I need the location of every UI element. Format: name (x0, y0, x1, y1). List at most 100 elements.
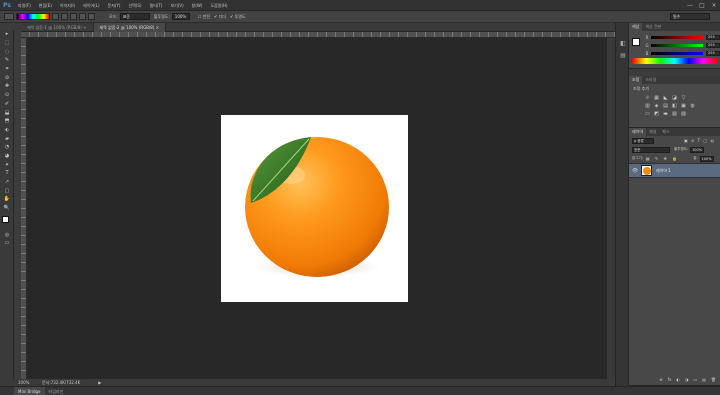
menu-item-3[interactable]: 레이어(L) (79, 0, 103, 11)
menu-item-1[interactable]: 편집(E) (35, 0, 56, 11)
slider-value-field[interactable]: 255 (706, 50, 720, 56)
radial-gradient-button[interactable] (61, 13, 68, 20)
tab-mini-bridge[interactable]: Mini Bridge (14, 386, 45, 395)
transparency-checkbox[interactable]: ✔ 투명도 (230, 14, 246, 20)
menu-item-7[interactable]: 보기(V) (166, 0, 187, 11)
adjustment-icon[interactable]: ▽ (679, 94, 688, 102)
adjustment-icon[interactable]: ▥ (643, 102, 652, 110)
tab-channels[interactable]: 채널 (646, 128, 659, 136)
layer-filter-icons[interactable]: ▣ ⊘ T ▢ ◍ (684, 138, 715, 143)
quick-mask-icon[interactable]: ◎ (0, 230, 14, 239)
menu-item-6[interactable]: 필터(T) (146, 0, 167, 11)
tool-icon-20[interactable]: 🔍 (0, 204, 14, 213)
gradient-picker[interactable] (16, 13, 50, 20)
layers-action-icon[interactable]: ◐ (676, 377, 680, 382)
tool-icon-16[interactable]: T (0, 169, 14, 178)
tool-preset-picker[interactable] (4, 13, 14, 20)
adjustment-icon[interactable]: ◣ (661, 94, 670, 102)
tool-icon-15[interactable]: ✦ (0, 160, 14, 169)
tool-icon-6[interactable]: ✚ (0, 82, 14, 91)
foreground-color[interactable] (2, 216, 9, 224)
menu-item-4[interactable]: 문자(Y) (104, 0, 125, 11)
lock-icons[interactable]: ▦ ✎ ✥ 🔒 (646, 156, 679, 161)
slider-value-field[interactable]: 255 (706, 42, 720, 48)
tool-icon-19[interactable]: ✋ (0, 195, 14, 204)
layers-action-icon[interactable]: fx (668, 377, 672, 382)
document-canvas[interactable] (221, 115, 408, 302)
minimize-button[interactable]: — (684, 0, 696, 11)
menu-item-5[interactable]: 선택(S) (124, 0, 145, 11)
canvas-area[interactable] (27, 38, 607, 379)
tool-icon-17[interactable]: ↗ (0, 178, 14, 187)
document-tab-1[interactable]: 제목 없음-2 @ 100% (RGB/8) × (93, 22, 166, 32)
adjustment-icon[interactable]: ▭ (643, 110, 652, 118)
diamond-gradient-button[interactable] (88, 13, 95, 20)
adjustment-icon[interactable]: ▦ (652, 94, 661, 102)
menu-item-9[interactable]: 도움말(H) (206, 0, 231, 11)
tab-adjustments[interactable]: 조정 (629, 76, 643, 84)
linear-gradient-button[interactable] (52, 13, 59, 20)
menu-item-2[interactable]: 이미지(I) (56, 0, 79, 11)
layer-opacity-field[interactable]: 100% (690, 146, 705, 153)
mode-select[interactable]: 표준 (119, 13, 150, 20)
slider-value-field[interactable]: 255 (706, 34, 720, 40)
adjustment-icon[interactable]: ☼ (643, 94, 652, 102)
tool-icon-12[interactable]: ▰ (0, 134, 14, 143)
panel-foreground-color[interactable] (632, 38, 640, 46)
tool-icon-2[interactable]: ◌ (0, 47, 14, 56)
history-icon[interactable]: ◧ (616, 37, 630, 49)
adjustment-icon[interactable]: ▬ (661, 110, 670, 118)
tool-icon-3[interactable]: ✎ (0, 56, 14, 65)
close-button[interactable]: × (708, 0, 720, 11)
layers-action-icon[interactable]: ▭ (693, 377, 697, 382)
adjustment-icon[interactable]: ◧ (670, 102, 679, 110)
vertical-scrollbar[interactable] (607, 38, 615, 379)
adjustment-icon[interactable]: ◍ (688, 102, 697, 110)
color-slider[interactable] (651, 43, 703, 47)
blend-mode-select[interactable]: 표준 (632, 146, 670, 153)
layers-action-icon[interactable]: ▤ (702, 377, 706, 382)
tool-icon-4[interactable]: ⌗ (0, 65, 14, 74)
tab-layers[interactable]: 레이어 (629, 128, 647, 136)
status-menu-arrow[interactable]: ▶ (98, 379, 101, 386)
tab-paths[interactable]: 패스 (659, 128, 672, 136)
color-slider[interactable] (651, 51, 703, 55)
tool-icon-18[interactable]: ▢ (0, 186, 14, 195)
adjustment-icon[interactable]: ▨ (679, 110, 688, 118)
tool-icon-14[interactable]: ◕ (0, 152, 14, 161)
layers-action-icon[interactable]: ◑ (685, 377, 689, 382)
horizontal-scrollbar[interactable] (118, 379, 607, 386)
tool-icon-5[interactable]: ⊘ (0, 73, 14, 82)
menu-item-0[interactable]: 파일(F) (14, 0, 35, 11)
tool-icon-11[interactable]: ⬖ (0, 126, 14, 135)
visibility-eye-icon[interactable]: 👁 (629, 168, 641, 174)
angle-gradient-button[interactable] (70, 13, 77, 20)
tab-swatches[interactable]: 색상 견본 (642, 23, 664, 31)
zoom-level[interactable]: 100% (0, 379, 38, 386)
document-tab-0[interactable]: 제목 없음-1 @ 100% (RGB/8) × (21, 22, 94, 32)
menu-item-8[interactable]: 창(W) (188, 0, 207, 11)
fill-field[interactable]: 100% (699, 155, 714, 162)
adjustment-icon[interactable]: ▧ (670, 110, 679, 118)
properties-icon[interactable]: ▤ (616, 49, 630, 61)
layer-row[interactable]: 👁 레이어 1 (629, 163, 720, 178)
layer-name[interactable]: 레이어 1 (656, 168, 671, 174)
adjustment-icon[interactable]: ▤ (661, 102, 670, 110)
adjustment-icon[interactable]: ◩ (652, 110, 661, 118)
tab-timeline[interactable]: 타임라인 (45, 387, 68, 395)
color-spectrum-bar[interactable] (632, 58, 717, 64)
screen-mode-icon[interactable]: ▭ (0, 239, 14, 248)
maximize-button[interactable]: □ (696, 0, 708, 11)
color-slider[interactable] (651, 35, 703, 39)
adjustment-icon[interactable]: ▣ (679, 102, 688, 110)
tool-icon-13[interactable]: ◔ (0, 143, 14, 152)
tool-icon-8[interactable]: ✐ (0, 100, 14, 109)
layers-action-icon[interactable]: ⊕ (659, 377, 662, 382)
tab-color[interactable]: 색상 (629, 23, 643, 31)
opacity-field[interactable]: 100% (171, 13, 190, 20)
adjustment-icon[interactable]: ◈ (652, 102, 661, 110)
layer-filter-select[interactable]: ρ 종류 (632, 137, 654, 144)
reflected-gradient-button[interactable] (79, 13, 86, 20)
tab-styles[interactable]: 스타일 (642, 76, 659, 84)
tool-icon-7[interactable]: ⊙ (0, 91, 14, 100)
